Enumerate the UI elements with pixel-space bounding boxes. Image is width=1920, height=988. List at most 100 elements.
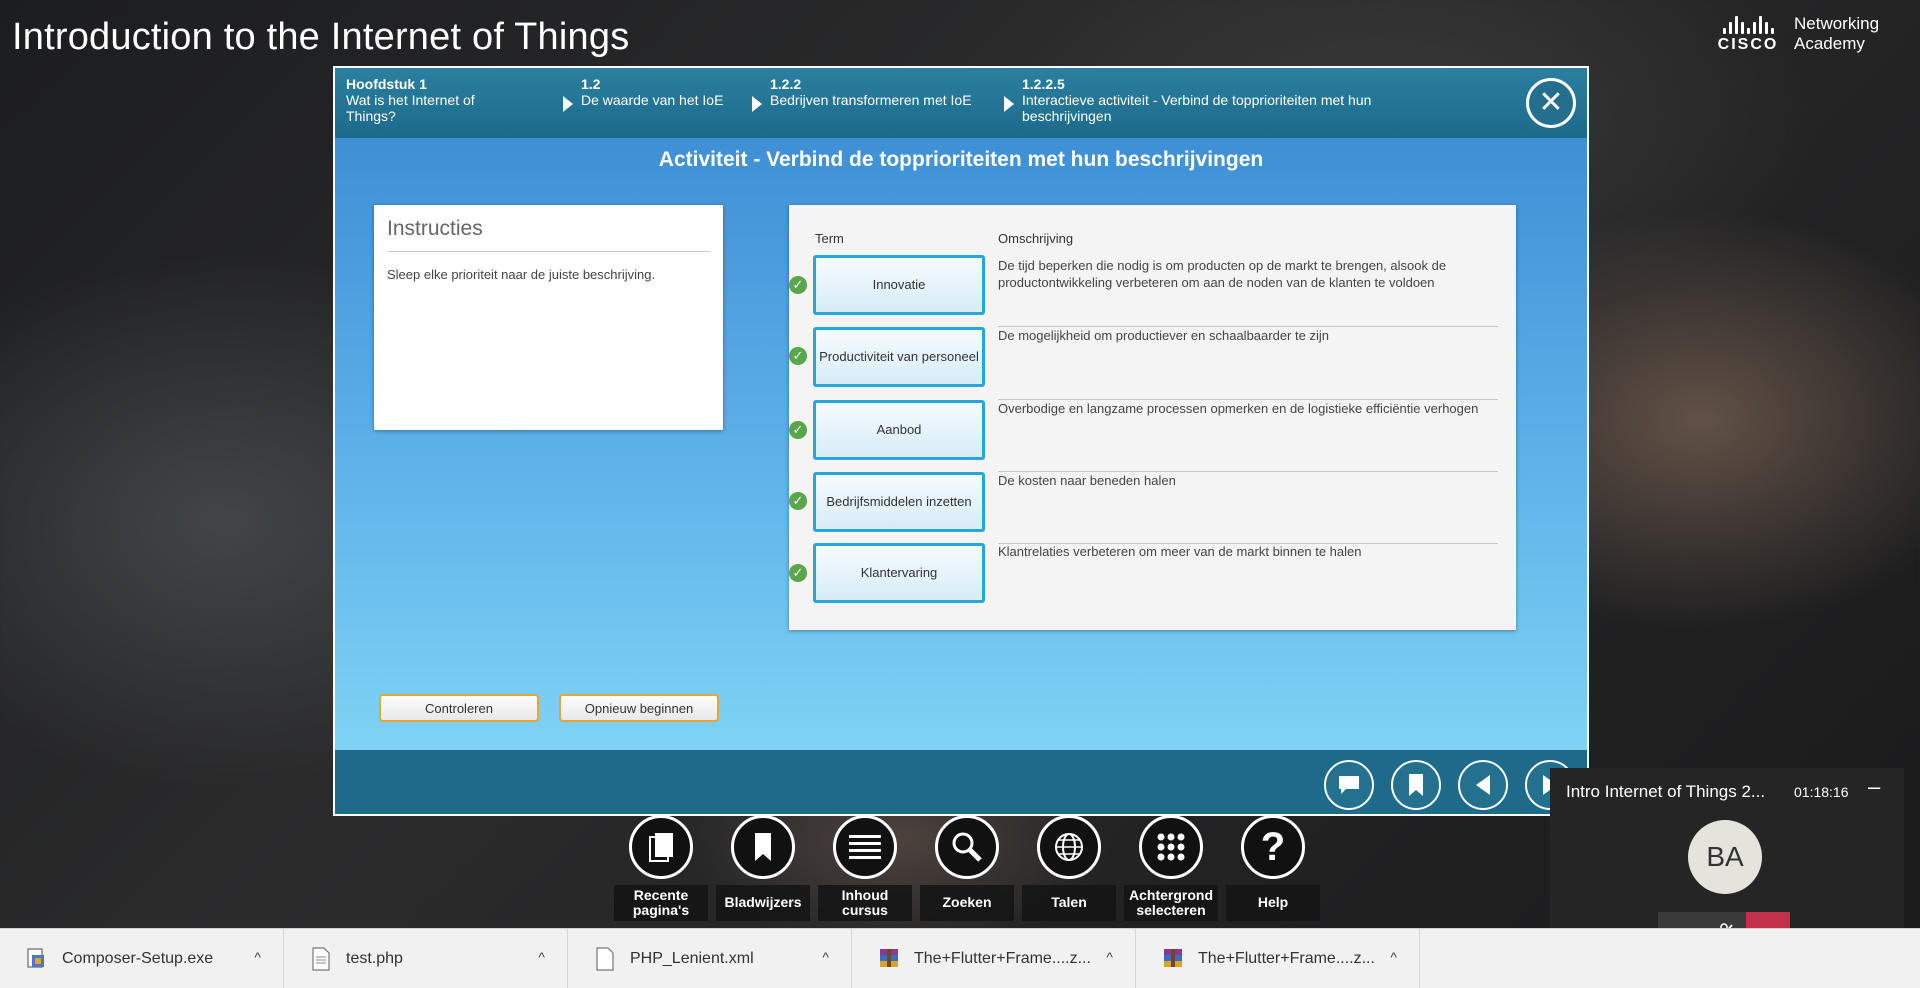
toolbar-label: Talen <box>1022 885 1116 921</box>
speech-bubble-icon <box>1339 776 1359 794</box>
description-text: De tijd beperken die nodig is om product… <box>998 258 1447 290</box>
download-item[interactable]: The+Flutter+Frame....z... ^ <box>852 928 1136 988</box>
match-row: ✓ Productiviteit van personeel De mogeli… <box>789 327 1516 399</box>
download-filename: test.php <box>346 949 403 967</box>
match-row: ✓ Aanbod Overbodige en langzame processe… <box>789 400 1516 472</box>
close-button[interactable]: ✕ <box>1526 78 1576 128</box>
cisco-networking-academy-logo: CISCO Networking Academy <box>1712 14 1912 60</box>
search-icon <box>935 815 999 879</box>
reset-button[interactable]: Opnieuw beginnen <box>559 694 719 722</box>
breadcrumb-arrow-icon <box>563 96 573 112</box>
match-row: ✓ Bedrijfsmiddelen inzetten De kosten na… <box>789 472 1516 544</box>
archive-icon <box>1164 948 1182 967</box>
toolbar-background[interactable]: Achtergrond selecteren <box>1124 815 1218 927</box>
toolbar-label: Zoeken <box>920 885 1014 921</box>
breadcrumb-item-page: 1.2.2.5 Interactieve activiteit - Verbin… <box>1004 76 1442 124</box>
pages-icon <box>629 815 693 879</box>
breadcrumb: Hoofdstuk 1 Wat is het Internet of Thing… <box>335 68 1587 138</box>
check-icon: ✓ <box>789 421 807 439</box>
file-icon <box>312 946 330 971</box>
avatar: BA <box>1688 820 1762 894</box>
term-tile[interactable]: Bedrijfsmiddelen inzetten <box>813 472 985 532</box>
term-tile[interactable]: Klantervaring <box>813 543 985 603</box>
breadcrumb-item-section[interactable]: 1.2 De waarde van het IoE <box>563 76 731 112</box>
chevron-up-icon[interactable]: ^ <box>254 949 261 965</box>
previous-page-button[interactable] <box>1458 760 1508 810</box>
instructions-panel: Instructies Sleep elke prioriteit naar d… <box>374 205 723 430</box>
breadcrumb-text: Wat is het Internet of Things? <box>346 92 475 124</box>
call-duration: 01:18:16 <box>1794 784 1849 800</box>
description-text: Overbodige en langzame processen opmerke… <box>998 401 1479 416</box>
check-icon: ✓ <box>789 347 807 365</box>
academy-name: Networking Academy <box>1794 14 1879 54</box>
instructions-heading: Instructies <box>387 217 710 252</box>
installer-icon <box>27 947 44 968</box>
breadcrumb-text: Interactieve activiteit - Verbind de top… <box>1022 92 1372 124</box>
download-filename: The+Flutter+Frame....z... <box>914 949 1091 967</box>
term-tile[interactable]: Productiviteit van personeel <box>813 327 985 387</box>
term-header: Term <box>815 231 844 246</box>
file-icon <box>596 946 614 971</box>
instructions-text: Sleep elke prioriteit naar de juiste bes… <box>387 267 656 282</box>
bookmark-button[interactable] <box>1391 760 1441 810</box>
course-modal: Hoofdstuk 1 Wat is het Internet of Thing… <box>333 66 1589 816</box>
toolbar-label: Bladwijzers <box>716 885 810 921</box>
globe-icon <box>1037 815 1101 879</box>
breadcrumb-arrow-icon <box>752 96 762 112</box>
triangle-left-icon <box>1476 775 1490 795</box>
term-tile[interactable]: Innovatie <box>813 255 985 315</box>
chevron-up-icon[interactable]: ^ <box>538 949 545 965</box>
breadcrumb-item-subsection[interactable]: 1.2.2 Bedrijven transformeren met IoE <box>752 76 980 112</box>
breadcrumb-text: De waarde van het IoE <box>581 92 724 108</box>
check-icon: ✓ <box>789 276 807 294</box>
downloads-bar: Composer-Setup.exe ^ test.php ^ PHP_Leni… <box>0 928 1920 988</box>
breadcrumb-text: Bedrijven transformeren met IoE <box>770 92 972 108</box>
term-tile[interactable]: Aanbod <box>813 400 985 460</box>
brand-line2: Academy <box>1794 34 1865 53</box>
breadcrumb-num: 1.2.2.5 <box>1022 76 1065 92</box>
matching-panel: Term Omschrijving ✓ Innovatie De tijd be… <box>789 205 1516 630</box>
breadcrumb-num: Hoofdstuk 1 <box>346 76 427 92</box>
description-text: De kosten naar beneden halen <box>998 473 1176 488</box>
comment-button[interactable] <box>1324 760 1374 810</box>
download-item[interactable]: Composer-Setup.exe ^ <box>0 928 284 988</box>
brand-line1: Networking <box>1794 14 1880 33</box>
breadcrumb-num: 1.2 <box>581 76 601 92</box>
toolbar-label: Help <box>1226 885 1320 921</box>
toolbar-help[interactable]: ? Help <box>1226 815 1320 927</box>
chevron-up-icon[interactable]: ^ <box>822 949 829 965</box>
description-text: De mogelijkheid om productiever en schaa… <box>998 328 1329 343</box>
toolbar-bookmarks[interactable]: Bladwijzers <box>716 815 810 927</box>
menu-icon <box>833 815 897 879</box>
breadcrumb-item-chapter[interactable]: Hoofdstuk 1 Wat is het Internet of Thing… <box>346 76 516 124</box>
check-answers-button[interactable]: Controleren <box>379 694 539 722</box>
toolbar-label: Inhoud cursus <box>818 885 912 921</box>
archive-icon <box>880 948 898 967</box>
match-row: ✓ Klantervaring Klantrelaties verbeteren… <box>789 543 1516 615</box>
download-item[interactable]: PHP_Lenient.xml ^ <box>568 928 852 988</box>
grid-icon <box>1139 815 1203 879</box>
breadcrumb-arrow-icon <box>1004 96 1014 112</box>
download-item[interactable]: test.php ^ <box>284 928 568 988</box>
toolbar-search[interactable]: Zoeken <box>920 815 1014 927</box>
toolbar-label: Achtergrond selecteren <box>1124 885 1218 921</box>
toolbar-recent-pages[interactable]: Recente pagina's <box>614 815 708 927</box>
check-icon: ✓ <box>789 492 807 510</box>
check-icon: ✓ <box>789 564 807 582</box>
toolbar-course-content[interactable]: Inhoud cursus <box>818 815 912 927</box>
close-icon: ✕ <box>1538 86 1564 119</box>
cisco-bars-icon <box>1722 14 1774 34</box>
app-title: Introduction to the Internet of Things <box>12 16 630 58</box>
activity-title: Activiteit - Verbind de topprioriteiten … <box>658 148 1264 171</box>
toolbar-label: Recente pagina's <box>614 885 708 921</box>
minimize-button[interactable]: – <box>1868 774 1880 800</box>
chevron-up-icon[interactable]: ^ <box>1106 949 1113 965</box>
chevron-up-icon[interactable]: ^ <box>1390 949 1397 965</box>
cisco-logo: CISCO <box>1712 14 1784 54</box>
activity-area: Activiteit - Verbind de topprioriteiten … <box>335 138 1587 750</box>
cisco-wordmark: CISCO <box>1717 36 1779 53</box>
description-text: Klantrelaties verbeteren om meer van de … <box>998 544 1362 559</box>
match-row: ✓ Innovatie De tijd beperken die nodig i… <box>789 255 1516 327</box>
toolbar-languages[interactable]: Talen <box>1022 815 1116 927</box>
download-item[interactable]: The+Flutter+Frame....z... ^ <box>1136 928 1420 988</box>
